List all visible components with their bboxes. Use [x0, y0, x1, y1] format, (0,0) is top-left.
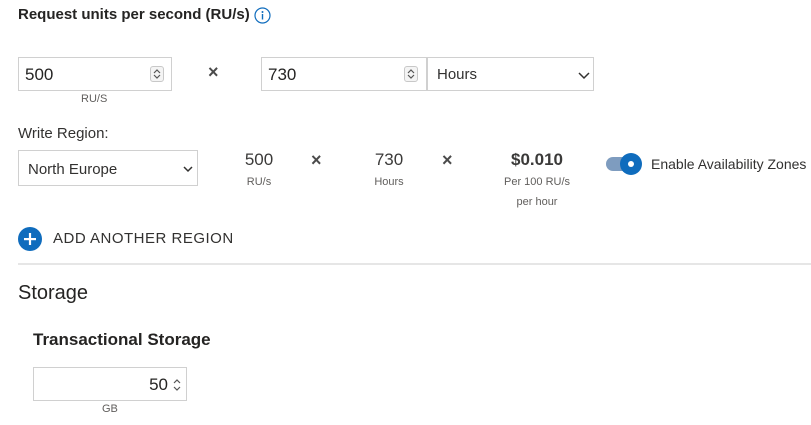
region-select[interactable]: North Europe [18, 150, 198, 186]
section-divider [18, 263, 811, 265]
multiply-icon: × [311, 150, 322, 170]
period-select[interactable]: Hours [427, 57, 594, 91]
calc-ru-label: RU/s [246, 176, 272, 188]
period-select-value: Hours [437, 66, 478, 83]
ru-unit-label: RU/S [81, 93, 108, 105]
storage-input[interactable]: 50 [33, 367, 187, 401]
multiply-icon: × [442, 150, 453, 170]
chevron-down-icon [578, 72, 590, 80]
hours-input[interactable]: 730 [261, 57, 427, 91]
calc-hours-label: Hours [374, 176, 404, 188]
calc-hours-value: 730 [374, 150, 404, 169]
calc-price-label: Per 100 RU/s [503, 176, 571, 188]
calc-price-value: $0.010 [511, 150, 563, 169]
plus-circle-icon [18, 227, 42, 251]
info-icon[interactable] [254, 7, 271, 24]
availability-zones-label: Enable Availability Zones [651, 156, 807, 172]
spin-buttons[interactable] [404, 66, 418, 82]
spin-arrows-icon [173, 379, 181, 391]
storage-unit-label: GB [102, 403, 118, 415]
multiply-icon: × [208, 62, 219, 82]
transactional-storage-heading: Transactional Storage [33, 330, 211, 349]
storage-input-value: 50 [149, 375, 168, 394]
storage-heading: Storage [18, 282, 89, 304]
add-region-button[interactable]: ADD ANOTHER REGION [18, 227, 248, 251]
write-region-label: Write Region: [18, 125, 109, 142]
hours-input-value: 730 [268, 65, 297, 84]
spin-arrows-icon [407, 69, 415, 79]
region-select-value: North Europe [28, 161, 118, 178]
calc-price-sublabel: per hour [516, 196, 558, 208]
spin-buttons[interactable] [150, 66, 164, 82]
calc-ru-value: 500 [244, 150, 274, 169]
chevron-down-icon [183, 166, 193, 173]
ru-section-title: Request units per second (RU/s) [18, 6, 250, 23]
add-region-label: ADD ANOTHER REGION [53, 230, 234, 247]
toggle-thumb [620, 153, 642, 175]
spin-arrows-icon [153, 69, 161, 79]
ru-input[interactable]: 500 [18, 57, 172, 91]
spin-buttons[interactable] [171, 377, 183, 393]
availability-zones-toggle[interactable] [606, 153, 642, 175]
ru-input-value: 500 [25, 65, 54, 84]
